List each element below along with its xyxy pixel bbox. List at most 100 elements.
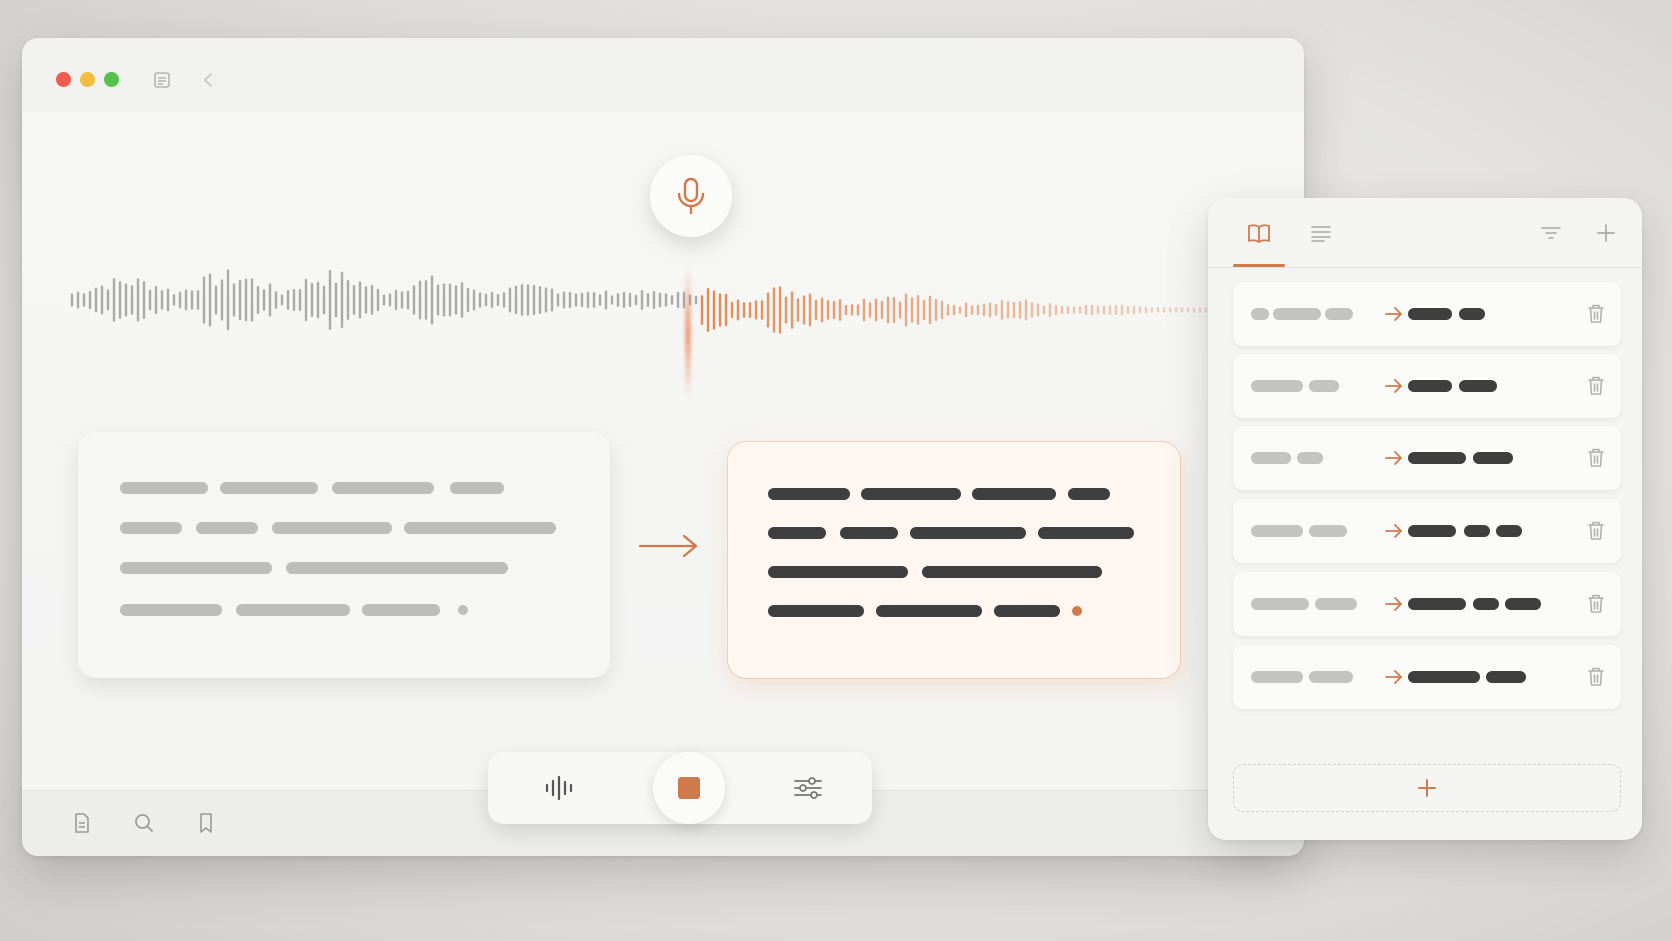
audio-waveform[interactable] <box>70 262 1210 402</box>
microphone-button[interactable] <box>650 155 732 237</box>
vocabulary-panel <box>1208 198 1642 840</box>
original-term <box>1309 380 1339 392</box>
book-icon[interactable] <box>1246 220 1272 246</box>
replacement-term <box>1473 598 1499 610</box>
document-icon[interactable] <box>70 811 94 835</box>
add-entry-button[interactable] <box>1233 764 1621 812</box>
replacement-term <box>1408 452 1466 464</box>
arrow-right-icon <box>1385 379 1402 393</box>
filter-icon[interactable] <box>1538 220 1564 246</box>
text-line <box>768 488 850 500</box>
replacement-row[interactable] <box>1233 282 1621 346</box>
original-term <box>1273 308 1321 320</box>
replacement-term <box>1459 308 1485 320</box>
replacement-term <box>1473 452 1513 464</box>
text-line <box>120 482 208 494</box>
text-line <box>861 488 961 500</box>
replacement-row[interactable] <box>1233 426 1621 490</box>
plus-icon <box>1418 779 1436 797</box>
original-term <box>1315 598 1357 610</box>
arrow-right-icon <box>1385 670 1402 684</box>
text-line <box>404 522 556 534</box>
replacement-term <box>1408 671 1480 683</box>
replacement-term <box>1464 525 1490 537</box>
text-line <box>1068 488 1110 500</box>
arrow-right-icon <box>1385 307 1402 321</box>
trash-icon[interactable] <box>1585 446 1607 470</box>
original-term <box>1309 671 1353 683</box>
text-line <box>1038 527 1134 539</box>
text-line <box>286 562 508 574</box>
arrow-right-icon <box>1385 524 1402 538</box>
original-term <box>1251 671 1303 683</box>
minimize-window-button[interactable] <box>80 72 95 87</box>
replacement-row[interactable] <box>1233 572 1621 636</box>
text-line <box>220 482 318 494</box>
replacement-row[interactable] <box>1233 499 1621 563</box>
text-line <box>768 566 908 578</box>
replacement-row[interactable] <box>1233 645 1621 709</box>
text-line <box>362 604 440 616</box>
text-line <box>196 522 258 534</box>
original-term <box>1251 598 1309 610</box>
replacement-term <box>1505 598 1541 610</box>
original-term <box>1251 525 1303 537</box>
replacement-row[interactable] <box>1233 354 1621 418</box>
cursor-dot <box>1072 606 1082 616</box>
replacement-term <box>1459 380 1497 392</box>
source-transcript-card <box>78 432 610 678</box>
original-term <box>1251 452 1291 464</box>
active-tab-indicator <box>1233 264 1285 267</box>
bookmark-icon[interactable] <box>194 811 218 835</box>
original-term <box>1325 308 1353 320</box>
microphone-icon <box>677 177 705 215</box>
arrow-right-icon <box>1385 451 1402 465</box>
original-term <box>1251 380 1303 392</box>
original-term <box>1251 308 1269 320</box>
text-line <box>236 604 350 616</box>
text-line <box>272 522 392 534</box>
target-transcript-card <box>728 442 1180 678</box>
text-line <box>768 527 826 539</box>
text-line <box>450 482 504 494</box>
sidebar-document-icon[interactable] <box>152 70 172 90</box>
trash-icon[interactable] <box>1585 665 1607 689</box>
replacement-term <box>1496 525 1522 537</box>
arrow-right-icon <box>1385 597 1402 611</box>
panel-tab-bar <box>1208 198 1642 268</box>
trash-icon[interactable] <box>1585 302 1607 326</box>
arrow-right-icon <box>638 534 698 558</box>
text-line <box>922 566 1102 578</box>
titlebar <box>22 38 1304 112</box>
trash-icon[interactable] <box>1585 374 1607 398</box>
trash-icon[interactable] <box>1585 592 1607 616</box>
close-window-button[interactable] <box>56 72 71 87</box>
original-term <box>1297 452 1323 464</box>
stop-button[interactable] <box>653 752 725 824</box>
waveform-icon[interactable] <box>542 774 578 802</box>
replacement-term <box>1486 671 1526 683</box>
cursor-dot <box>458 605 468 615</box>
replacement-term <box>1408 525 1456 537</box>
text-line <box>876 605 982 617</box>
text-line <box>768 605 864 617</box>
text-line <box>120 562 272 574</box>
text-line <box>332 482 434 494</box>
original-term <box>1309 525 1347 537</box>
trash-icon[interactable] <box>1585 519 1607 543</box>
search-icon[interactable] <box>132 811 156 835</box>
stop-icon <box>678 777 700 799</box>
replacement-term <box>1408 308 1452 320</box>
text-line <box>120 604 222 616</box>
text-line <box>910 527 1026 539</box>
sliders-icon[interactable] <box>790 774 826 802</box>
list-filter-icon[interactable] <box>1308 220 1334 246</box>
text-line <box>972 488 1056 500</box>
zoom-window-button[interactable] <box>104 72 119 87</box>
text-line <box>840 527 898 539</box>
replacement-term <box>1408 380 1452 392</box>
back-chevron-icon[interactable] <box>198 70 218 90</box>
text-line <box>120 522 182 534</box>
playhead[interactable] <box>685 268 691 398</box>
plus-icon[interactable] <box>1593 220 1619 246</box>
